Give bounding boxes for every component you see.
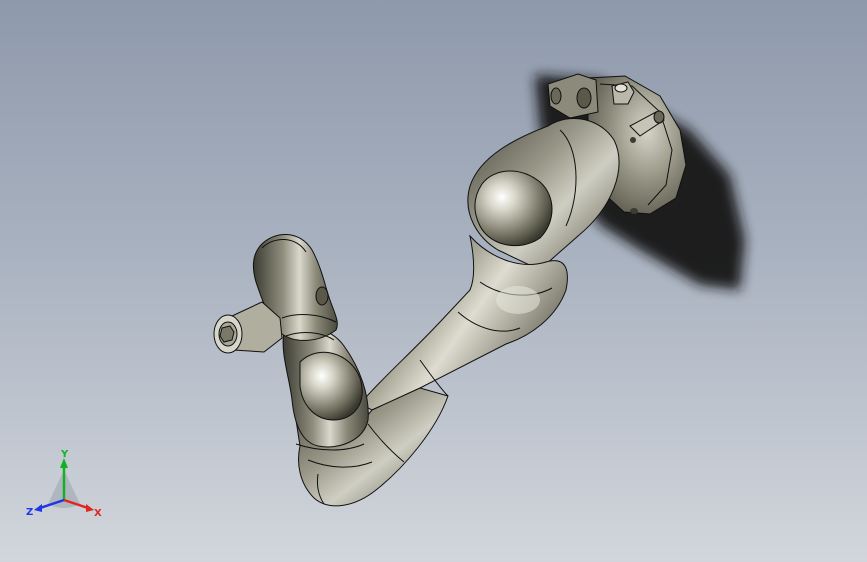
forearm-link[interactable] bbox=[282, 326, 369, 451]
coordinate-triad-icon: Y X Z bbox=[26, 449, 102, 519]
z-axis-arrow bbox=[34, 504, 42, 512]
x-axis-label: X bbox=[94, 508, 102, 519]
robot-arm-model[interactable] bbox=[0, 0, 867, 562]
y-axis-label: Y bbox=[60, 449, 69, 460]
z-axis-label: Z bbox=[26, 507, 33, 518]
x-axis-arrow bbox=[86, 504, 94, 512]
shoulder-link[interactable] bbox=[467, 118, 620, 271]
graphics-viewport[interactable]: Y X Z bbox=[0, 0, 867, 562]
